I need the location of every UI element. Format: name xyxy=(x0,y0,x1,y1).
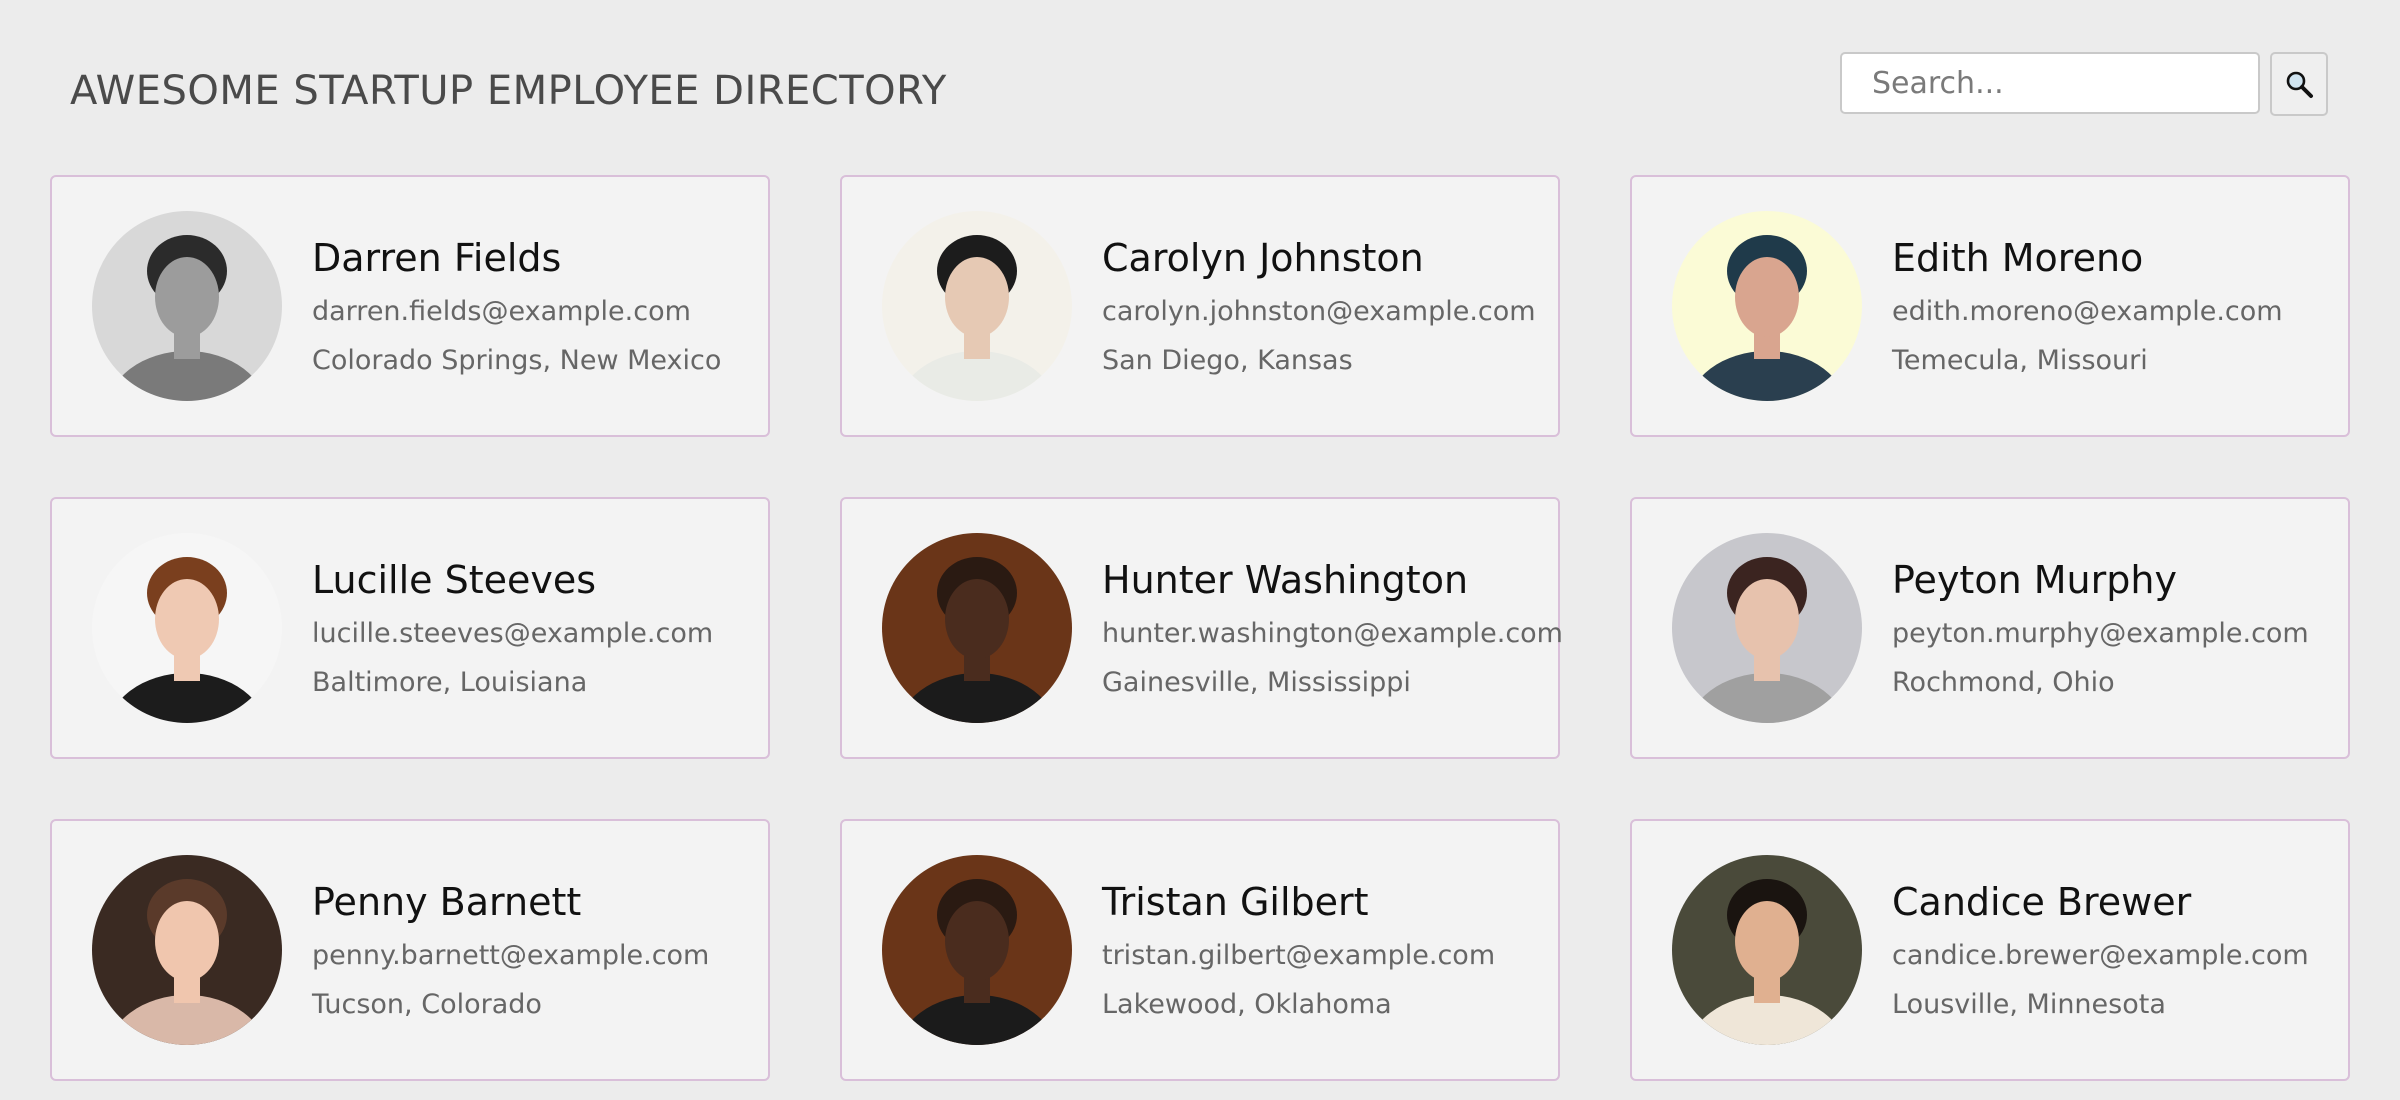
avatar-image xyxy=(882,855,1072,1045)
avatar xyxy=(882,211,1072,401)
search-input[interactable] xyxy=(1840,52,2260,114)
avatar-image xyxy=(92,533,282,723)
employee-info: Peyton Murphy peyton.murphy@example.com … xyxy=(1892,558,2309,698)
employee-location: Colorado Springs, New Mexico xyxy=(312,345,722,376)
employee-email: edith.moreno@example.com xyxy=(1892,296,2283,327)
employee-card[interactable]: Candice Brewer candice.brewer@example.co… xyxy=(1630,819,2350,1081)
employee-card[interactable]: Darren Fields darren.fields@example.com … xyxy=(50,175,770,437)
avatar xyxy=(882,855,1072,1045)
employee-location: Gainesville, Mississippi xyxy=(1102,667,1411,698)
employee-card[interactable]: Tristan Gilbert tristan.gilbert@example.… xyxy=(840,819,1560,1081)
avatar-image xyxy=(1672,855,1862,1045)
employee-email: penny.barnett@example.com xyxy=(312,940,710,971)
employee-info: Edith Moreno edith.moreno@example.com Te… xyxy=(1892,236,2283,376)
avatar xyxy=(882,533,1072,723)
employee-location: Tucson, Colorado xyxy=(312,989,542,1020)
employee-email: lucille.steeves@example.com xyxy=(312,618,714,649)
avatar-image xyxy=(1672,211,1862,401)
employee-name: Carolyn Johnston xyxy=(1102,236,1424,280)
page-header: AWESOME STARTUP EMPLOYEE DIRECTORY xyxy=(0,0,2400,150)
employee-name: Darren Fields xyxy=(312,236,562,280)
employee-location: Baltimore, Louisiana xyxy=(312,667,588,698)
avatar-image xyxy=(92,211,282,401)
employee-card[interactable]: Carolyn Johnston carolyn.johnston@exampl… xyxy=(840,175,1560,437)
employee-email: hunter.washington@example.com xyxy=(1102,618,1563,649)
employee-email: candice.brewer@example.com xyxy=(1892,940,2309,971)
employee-card[interactable]: Hunter Washington hunter.washington@exam… xyxy=(840,497,1563,759)
employee-info: Tristan Gilbert tristan.gilbert@example.… xyxy=(1102,880,1495,1020)
employee-directory-page: AWESOME STARTUP EMPLOYEE DIRECTORY Darre… xyxy=(0,0,2400,1100)
employee-name: Candice Brewer xyxy=(1892,880,2192,924)
employee-name: Hunter Washington xyxy=(1102,558,1469,602)
search-button[interactable] xyxy=(2270,52,2328,116)
employee-info: Lucille Steeves lucille.steeves@example.… xyxy=(312,558,713,698)
avatar xyxy=(92,533,282,723)
employee-name: Peyton Murphy xyxy=(1892,558,2177,602)
employee-card[interactable]: Lucille Steeves lucille.steeves@example.… xyxy=(50,497,770,759)
employee-email: carolyn.johnston@example.com xyxy=(1102,296,1536,327)
employee-name: Lucille Steeves xyxy=(312,558,597,602)
employee-name: Tristan Gilbert xyxy=(1102,880,1369,924)
employee-info: Candice Brewer candice.brewer@example.co… xyxy=(1892,880,2309,1020)
employee-name: Penny Barnett xyxy=(312,880,582,924)
employee-card[interactable]: Peyton Murphy peyton.murphy@example.com … xyxy=(1630,497,2350,759)
avatar xyxy=(1672,855,1862,1045)
search-form xyxy=(1840,52,2328,118)
avatar-image xyxy=(882,533,1072,723)
employee-grid: Darren Fields darren.fields@example.com … xyxy=(50,175,2350,1081)
employee-info: Hunter Washington hunter.washington@exam… xyxy=(1102,558,1563,698)
employee-location: Temecula, Missouri xyxy=(1892,345,2148,376)
employee-info: Penny Barnett penny.barnett@example.com … xyxy=(312,880,709,1020)
employee-name: Edith Moreno xyxy=(1892,236,2144,280)
employee-email: darren.fields@example.com xyxy=(312,296,691,327)
avatar xyxy=(1672,533,1862,723)
employee-location: San Diego, Kansas xyxy=(1102,345,1353,376)
avatar-image xyxy=(1672,533,1862,723)
avatar-image xyxy=(882,211,1072,401)
avatar xyxy=(1672,211,1862,401)
employee-email: tristan.gilbert@example.com xyxy=(1102,940,1496,971)
employee-location: Rochmond, Ohio xyxy=(1892,667,2115,698)
avatar xyxy=(92,211,282,401)
employee-info: Darren Fields darren.fields@example.com … xyxy=(312,236,721,376)
employee-card[interactable]: Penny Barnett penny.barnett@example.com … xyxy=(50,819,770,1081)
employee-location: Lakewood, Oklahoma xyxy=(1102,989,1392,1020)
employee-card[interactable]: Edith Moreno edith.moreno@example.com Te… xyxy=(1630,175,2350,437)
avatar-image xyxy=(92,855,282,1045)
employee-email: peyton.murphy@example.com xyxy=(1892,618,2309,649)
avatar xyxy=(92,855,282,1045)
employee-info: Carolyn Johnston carolyn.johnston@exampl… xyxy=(1102,236,1536,376)
page-title: AWESOME STARTUP EMPLOYEE DIRECTORY xyxy=(70,68,947,114)
employee-location: Lousville, Minnesota xyxy=(1892,989,2166,1020)
magnifier-icon xyxy=(2286,71,2313,98)
